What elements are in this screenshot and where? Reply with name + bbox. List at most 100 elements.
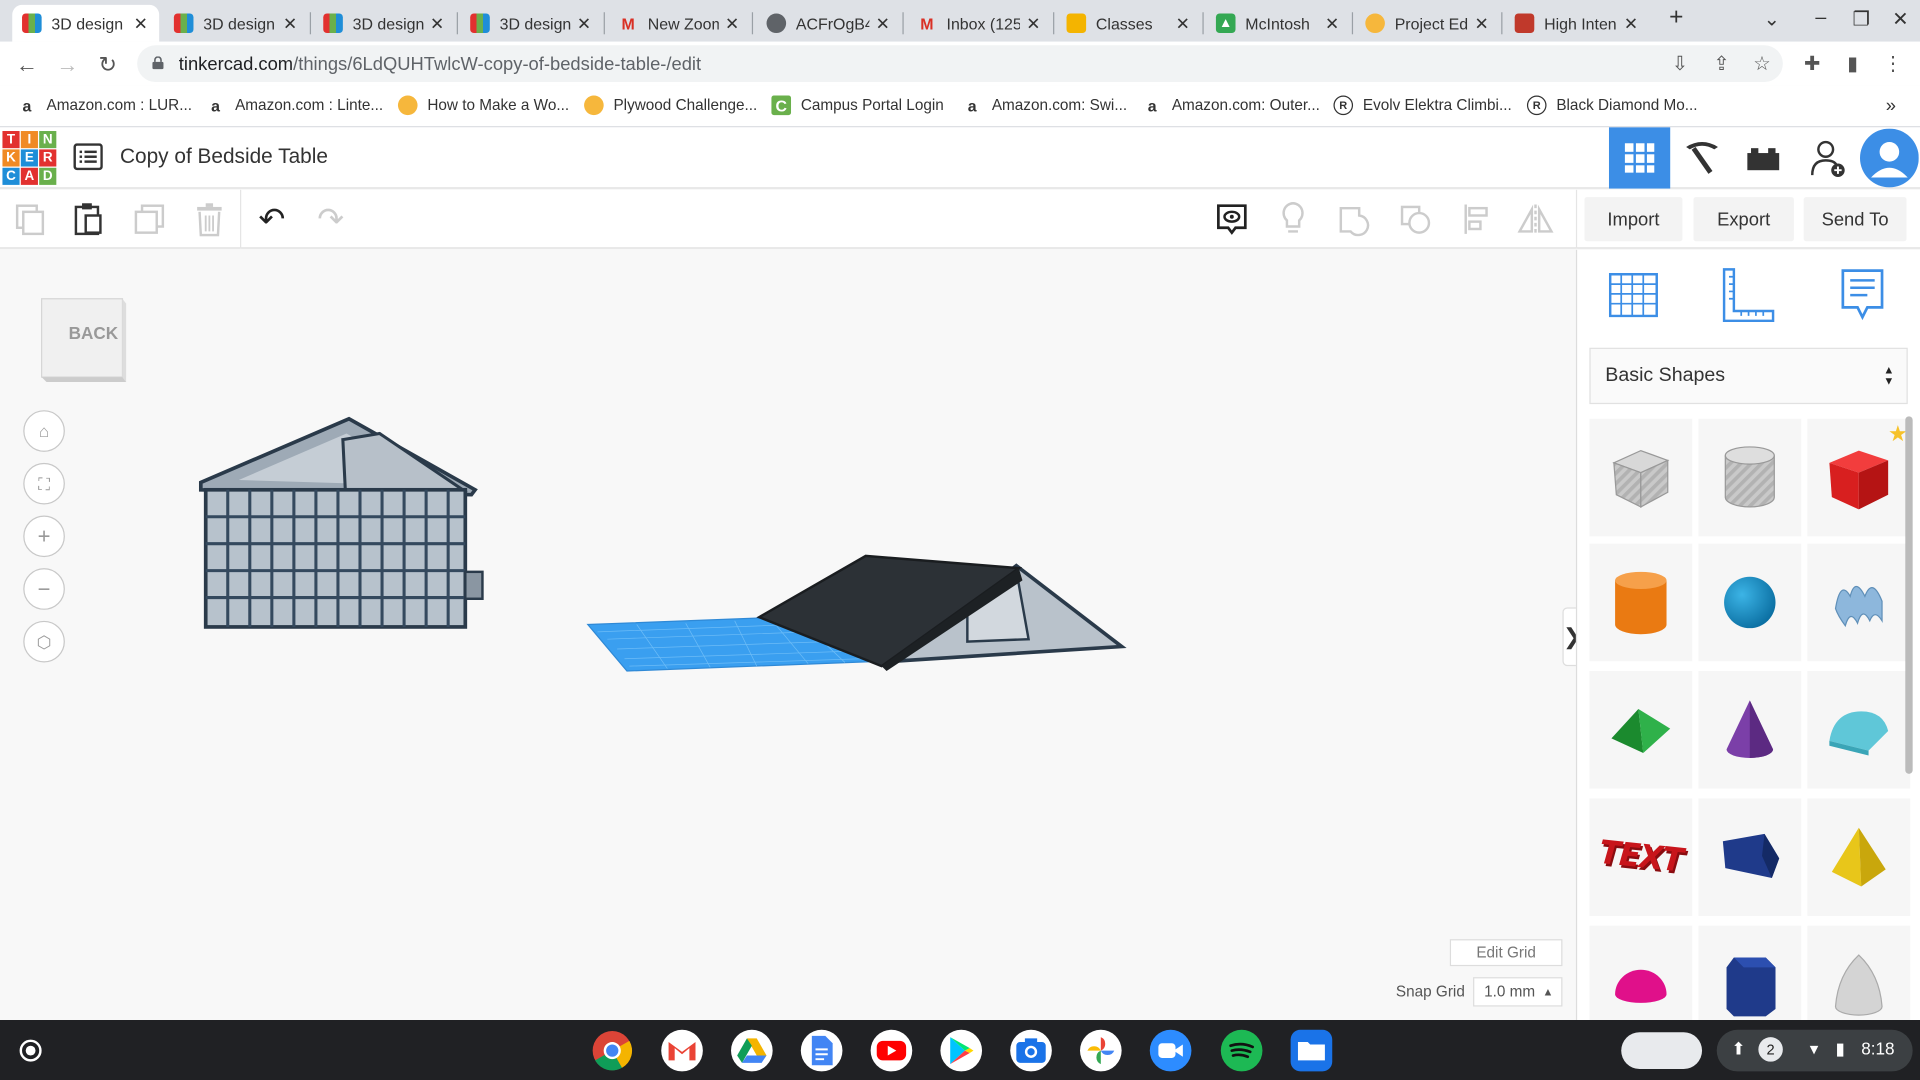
tab-classes[interactable]: Classes ✕: [1057, 5, 1201, 42]
shape-box[interactable]: ★: [1807, 418, 1911, 537]
scene-3d-objects[interactable]: [0, 250, 1575, 1020]
tab-mcintosh[interactable]: ▲ McIntosh ✕: [1206, 5, 1350, 42]
bookmark-item[interactable]: R Evolv Elektra Climbi...: [1333, 95, 1512, 116]
bookmark-item[interactable]: a Amazon.com: Swi...: [962, 96, 1127, 116]
close-icon[interactable]: ✕: [1324, 13, 1341, 34]
files-app[interactable]: [1290, 1029, 1333, 1072]
close-icon[interactable]: ✕: [576, 13, 593, 34]
gmail-app[interactable]: [661, 1029, 703, 1072]
blocks-view-button[interactable]: [1671, 127, 1732, 188]
launcher-button[interactable]: [10, 1030, 52, 1072]
close-icon[interactable]: ✕: [429, 13, 446, 34]
spotify-app[interactable]: [1220, 1029, 1263, 1072]
3d-view-button[interactable]: [1608, 127, 1671, 189]
new-tab-button[interactable]: +: [1658, 4, 1695, 32]
restore-icon[interactable]: ❐: [1843, 7, 1880, 31]
tab-3d-design-2[interactable]: 3D design ✕: [164, 5, 308, 42]
tab-search-chevron-icon[interactable]: ⌄: [1753, 7, 1790, 31]
drive-app[interactable]: [731, 1029, 773, 1072]
workplane-button[interactable]: [1607, 267, 1661, 321]
holding-space-button[interactable]: [1621, 1032, 1703, 1069]
shape-wedge[interactable]: [1698, 798, 1802, 916]
user-avatar[interactable]: [1859, 127, 1920, 188]
frame-object[interactable]: [198, 416, 484, 629]
tab-high-inten[interactable]: High Inten ✕: [1505, 5, 1649, 42]
menu-kebab-icon[interactable]: ⋮: [1878, 49, 1907, 78]
close-icon[interactable]: ✕: [1174, 13, 1191, 34]
ungroup-button[interactable]: [1396, 200, 1435, 239]
design-list-icon[interactable]: [73, 143, 103, 171]
extensions-icon[interactable]: ✚: [1798, 49, 1827, 78]
back-arrow-icon[interactable]: ←: [11, 49, 43, 81]
bricks-view-button[interactable]: [1733, 127, 1794, 188]
export-button[interactable]: Export: [1693, 197, 1794, 242]
workplane-canvas[interactable]: BACK ⌂ ⛶ + − ⬡ Edit Grid Snap Grid 1.0 m…: [0, 249, 1575, 1021]
snap-grid-select[interactable]: 1.0 mm ▲: [1473, 977, 1563, 1007]
light-bulb-button[interactable]: [1273, 200, 1312, 239]
tab-3d-design-3[interactable]: 3D design ✕: [313, 5, 455, 42]
bookmark-item[interactable]: C Campus Portal Login: [771, 95, 944, 116]
shape-cone[interactable]: [1698, 671, 1802, 789]
bookmark-item[interactable]: Plywood Challenge...: [584, 95, 757, 116]
shape-pyramid[interactable]: [1807, 798, 1911, 916]
close-icon[interactable]: ✕: [132, 13, 149, 34]
address-bar[interactable]: tinkercad.com/things/6LdQUHTwlcW-copy-of…: [137, 45, 1783, 83]
bookmark-item[interactable]: R Black Diamond Mo...: [1526, 95, 1698, 116]
duplicate-button[interactable]: [130, 200, 169, 239]
shape-roof[interactable]: [1589, 671, 1693, 789]
edit-grid-button[interactable]: Edit Grid: [1449, 939, 1563, 967]
close-icon[interactable]: ✕: [874, 13, 891, 34]
notes-button[interactable]: [1212, 200, 1251, 239]
tinkercad-logo[interactable]: T I N K E R C A D: [2, 131, 57, 185]
paste-button[interactable]: [69, 200, 108, 239]
send-to-button[interactable]: Send To: [1803, 197, 1907, 242]
tab-project-ed[interactable]: Project Ed ✕: [1356, 5, 1500, 42]
import-button[interactable]: Import: [1584, 197, 1683, 242]
align-button[interactable]: [1457, 200, 1496, 239]
shape-text[interactable]: TEXT: [1589, 798, 1693, 916]
youtube-app[interactable]: [870, 1029, 913, 1072]
copy-button[interactable]: [11, 200, 50, 239]
close-icon[interactable]: ✕: [724, 13, 741, 34]
tab-inbox[interactable]: M Inbox (125 ✕: [907, 5, 1051, 42]
close-window-icon[interactable]: ✕: [1882, 7, 1919, 31]
shape-round-roof[interactable]: [1807, 671, 1911, 789]
ruler-button[interactable]: [1719, 267, 1775, 323]
shape-box-hole[interactable]: [1589, 418, 1693, 537]
bookmark-item[interactable]: a Amazon.com: Outer...: [1142, 96, 1320, 116]
shape-cylinder[interactable]: [1589, 543, 1693, 662]
docs-app[interactable]: [800, 1029, 843, 1072]
close-icon[interactable]: ✕: [1025, 13, 1042, 34]
bookmark-star-icon[interactable]: ☆: [1747, 49, 1776, 78]
shape-category-select[interactable]: Basic Shapes ▲ ▼: [1589, 347, 1908, 405]
shape-sphere[interactable]: [1698, 543, 1802, 662]
bookmark-item[interactable]: a Amazon.com : Linte...: [206, 96, 383, 116]
side-panel-icon[interactable]: ▮: [1838, 49, 1867, 78]
notes-tool-button[interactable]: [1837, 267, 1888, 323]
tab-3d-design-4[interactable]: 3D design ✕: [460, 5, 602, 42]
design-title[interactable]: Copy of Bedside Table: [120, 144, 328, 168]
redo-icon[interactable]: ↷: [311, 200, 350, 239]
tab-3d-design-1[interactable]: 3D design ✕: [12, 4, 160, 42]
photos-app[interactable]: [1080, 1029, 1122, 1072]
group-button[interactable]: [1335, 200, 1374, 239]
camera-app[interactable]: [1010, 1029, 1052, 1072]
minimize-icon[interactable]: –: [1802, 7, 1839, 29]
tab-new-zoom[interactable]: M New Zoom ✕: [609, 5, 751, 42]
tab-acfrogb4[interactable]: ACFrOgB4 ✕: [757, 5, 901, 42]
mirror-button[interactable]: [1516, 200, 1555, 239]
bookmark-item[interactable]: How to Make a Wo...: [397, 95, 569, 116]
close-icon[interactable]: ✕: [282, 13, 299, 34]
reload-icon[interactable]: ↻: [92, 49, 124, 81]
shape-scribble[interactable]: [1807, 543, 1911, 662]
close-icon[interactable]: ✕: [1473, 13, 1490, 34]
panel-scrollbar[interactable]: [1905, 416, 1913, 774]
bookmark-item[interactable]: a Amazon.com : LUR...: [17, 96, 192, 116]
bookmarks-more-button[interactable]: »: [1886, 96, 1896, 117]
forward-arrow-icon[interactable]: →: [51, 49, 83, 81]
share-icon[interactable]: ⇪: [1707, 49, 1736, 78]
shape-cylinder-hole[interactable]: [1698, 418, 1802, 537]
chrome-app[interactable]: [591, 1030, 633, 1072]
undo-icon[interactable]: ↶: [252, 200, 291, 239]
play-store-app[interactable]: [940, 1029, 983, 1072]
